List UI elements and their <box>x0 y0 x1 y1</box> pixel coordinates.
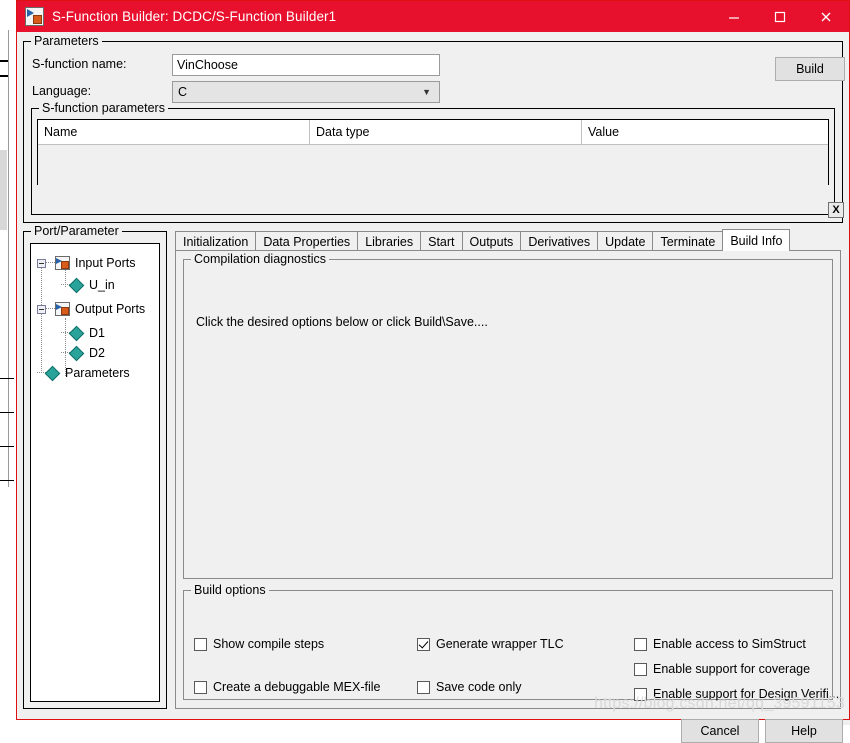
help-button[interactable]: Help <box>765 719 843 743</box>
tree-connector <box>46 308 55 310</box>
close-icon[interactable] <box>803 1 849 32</box>
tab-outputs[interactable]: Outputs <box>461 231 522 251</box>
tab-libraries[interactable]: Libraries <box>357 231 422 251</box>
checkbox-enable-support-for-coverage[interactable]: Enable support for coverage <box>634 662 810 676</box>
build-button[interactable]: Build <box>775 57 845 81</box>
checkbox-box[interactable] <box>634 687 647 701</box>
compilation-diagnostics-group: Compilation diagnostics Click the desire… <box>183 252 833 579</box>
tab-bar: Initialization Data Properties Libraries… <box>175 229 841 251</box>
bg-hline <box>0 378 14 379</box>
tab-initialization[interactable]: Initialization <box>175 231 257 251</box>
tree-item-label: D2 <box>89 346 105 360</box>
window-controls <box>711 1 849 32</box>
sfunction-parameters-table: Name Data type Value <box>37 119 829 185</box>
tree-item-d1[interactable]: D1 <box>61 324 105 342</box>
compilation-diagnostics-legend: Compilation diagnostics <box>191 252 330 266</box>
tab-terminate[interactable]: Terminate <box>652 231 724 251</box>
language-dropdown[interactable]: C ▼ <box>172 81 440 103</box>
checkbox-label: Save code only <box>436 680 522 694</box>
bg-hline <box>0 412 14 413</box>
diamond-icon <box>68 345 85 361</box>
checkbox-show-compile-steps[interactable]: Show compile steps <box>194 637 324 651</box>
sfunction-name-label: S-function name: <box>32 57 127 71</box>
checkbox-enable-support-for-design-verifier[interactable]: Enable support for Design Verifi... <box>634 687 839 701</box>
column-header-name[interactable]: Name <box>38 120 310 145</box>
checkbox-box[interactable] <box>194 637 207 651</box>
table-header-row: Name Data type Value <box>38 120 828 145</box>
tree-item-label: D1 <box>89 326 105 340</box>
checkbox-create-debuggable-mex-file[interactable]: Create a debuggable MEX-file <box>194 680 380 694</box>
parameters-group-legend: Parameters <box>31 34 102 48</box>
checkbox-enable-access-to-simstruct[interactable]: Enable access to SimStruct <box>634 637 806 651</box>
sfunction-name-input[interactable] <box>172 54 440 76</box>
tree-item-input-ports[interactable]: Input Ports <box>37 254 135 272</box>
dialog-client-area: Parameters S-function name: Language: C … <box>17 32 849 743</box>
window-title: S-Function Builder: DCDC/S-Function Buil… <box>52 9 337 24</box>
tree-item-label: Input Ports <box>75 256 136 270</box>
table-body[interactable] <box>38 145 828 185</box>
minimize-icon[interactable] <box>711 1 757 32</box>
tree-item-label: Parameters <box>65 366 130 380</box>
tree-item-label: U_in <box>89 278 115 292</box>
tree-item-label: Output Ports <box>75 302 146 316</box>
delete-parameter-button[interactable]: X <box>828 202 844 218</box>
sfunction-parameters-legend: S-function parameters <box>39 101 168 115</box>
window-titlebar: S-Function Builder: DCDC/S-Function Buil… <box>17 1 849 32</box>
bg-hline <box>0 480 14 481</box>
checkbox-box[interactable] <box>634 637 647 651</box>
checkbox-label: Create a debuggable MEX-file <box>213 680 381 694</box>
checkbox-box[interactable] <box>194 680 207 694</box>
chevron-down-icon: ▼ <box>422 87 431 97</box>
checkbox-generate-wrapper-tlc[interactable]: Generate wrapper TLC <box>417 637 564 651</box>
tab-data-properties[interactable]: Data Properties <box>255 231 359 251</box>
checkbox-label: Enable access to SimStruct <box>653 637 806 651</box>
cancel-button[interactable]: Cancel <box>681 719 759 743</box>
checkbox-label: Enable support for coverage <box>653 662 811 676</box>
language-selected-value: C <box>178 85 188 99</box>
checkbox-label: Show compile steps <box>213 637 325 651</box>
maximize-icon[interactable] <box>757 1 803 32</box>
column-header-value[interactable]: Value <box>582 120 828 145</box>
checkbox-save-code-only[interactable]: Save code only <box>417 680 521 694</box>
language-label: Language: <box>32 84 92 98</box>
collapse-icon[interactable] <box>37 304 46 314</box>
checkbox-label: Generate wrapper TLC <box>436 637 564 651</box>
build-options-legend: Build options <box>191 583 269 597</box>
port-parameter-tree[interactable]: Input Ports U_in Output Ports D1 D2 Para… <box>30 243 160 702</box>
checkbox-box[interactable] <box>417 637 430 651</box>
tree-trunk <box>41 266 43 371</box>
checkbox-box[interactable] <box>634 662 647 676</box>
bg-port-stub <box>0 60 8 62</box>
tab-update[interactable]: Update <box>597 231 654 251</box>
bg-port-stub <box>0 75 8 77</box>
tree-item-d2[interactable]: D2 <box>61 344 105 362</box>
port-block-icon <box>55 302 70 316</box>
diamond-icon <box>68 277 85 293</box>
checkbox-box[interactable] <box>417 680 430 694</box>
diamond-icon <box>44 365 61 381</box>
bg-hline <box>0 446 14 447</box>
tab-start[interactable]: Start <box>420 231 463 251</box>
bg-shape <box>0 487 16 725</box>
diamond-icon <box>68 325 85 341</box>
collapse-icon[interactable] <box>37 258 46 268</box>
column-header-data-type[interactable]: Data type <box>310 120 582 145</box>
compilation-diagnostics-text: Click the desired options below or click… <box>196 315 488 329</box>
checkbox-label: Enable support for Design Verifi... <box>653 687 840 701</box>
simulink-block-icon <box>25 7 44 26</box>
sfunction-builder-dialog: S-Function Builder: DCDC/S-Function Buil… <box>16 0 850 743</box>
tree-item-output-ports[interactable]: Output Ports <box>37 300 145 318</box>
bg-shape <box>0 150 7 230</box>
tab-build-info[interactable]: Build Info <box>722 229 791 251</box>
port-parameter-legend: Port/Parameter <box>31 224 122 238</box>
tree-connector <box>46 262 55 264</box>
tree-item-parameters[interactable]: Parameters <box>37 364 130 382</box>
port-block-icon <box>55 256 70 270</box>
tree-item-u-in[interactable]: U_in <box>61 276 115 294</box>
tab-derivatives[interactable]: Derivatives <box>520 231 599 251</box>
